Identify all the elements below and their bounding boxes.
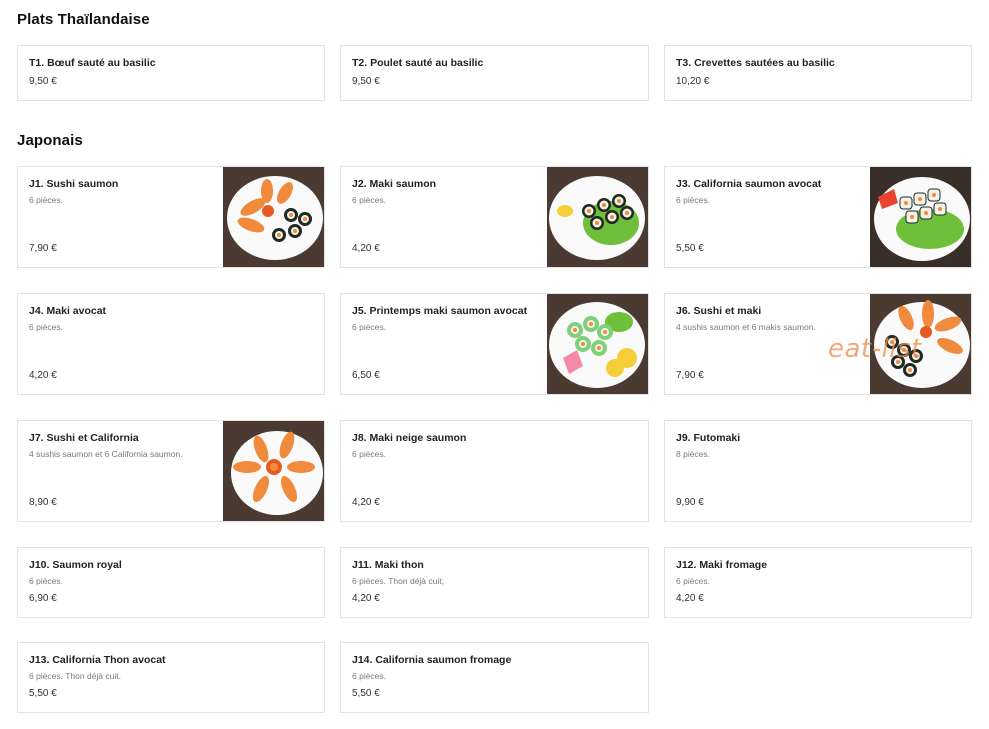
item-price: 4,20 € [352,497,380,508]
item-price: 9,50 € [29,76,57,87]
item-description: 6 pièces. [676,195,711,205]
item-price: 4,20 € [352,593,380,604]
item-price: 4,20 € [352,243,380,254]
sushi-salmon-image [223,167,324,267]
item-description: 6 pièces. [29,322,64,332]
item-description: 8 pièces. [676,449,711,459]
sushi-california-image [223,421,324,521]
item-name: T2. Poulet sauté au basilic [352,57,484,69]
item-price: 5,50 € [29,688,57,699]
item-price: 7,90 € [676,370,704,381]
item-description: 6 pièces. [352,322,387,332]
item-name: T3. Crevettes sautées au basilic [676,57,835,69]
item-name: J8. Maki neige saumon [352,432,467,444]
menu-item-j13[interactable]: J13. California Thon avocat 6 pièces. Th… [17,642,325,713]
item-name: J6. Sushi et maki [676,305,762,317]
menu-item-j3[interactable]: J3. California saumon avocat 6 pièces. 5… [664,166,972,268]
item-name: J12. Maki fromage [676,559,768,571]
item-name: J1. Sushi saumon [29,178,119,190]
item-price: 8,90 € [29,497,57,508]
item-name: J10. Saumon royal [29,559,122,571]
item-description: 6 pièces. Thon déjà cuit; [352,576,444,586]
item-price: 6,50 € [352,370,380,381]
item-name: J7. Sushi et California [29,432,139,444]
maki-salmon-image [547,167,648,267]
item-description: 6 pièces. [676,576,711,586]
item-price: 4,20 € [676,593,704,604]
item-name: T1. Bœuf sauté au basilic [29,57,156,69]
item-name: J11. Maki thon [352,559,424,571]
menu-item-j5[interactable]: J5. Printemps maki saumon avocat 6 pièce… [340,293,649,395]
item-price: 4,20 € [29,370,57,381]
menu-item-j1[interactable]: J1. Sushi saumon 6 pièces. 7,90 € [17,166,325,268]
item-price: 9,50 € [352,76,380,87]
item-name: J13. California Thon avocat [29,654,166,666]
item-description: 6 pièces. [352,671,387,681]
item-name: J3. California saumon avocat [676,178,822,190]
item-price: 10,20 € [676,76,710,87]
section-title-thai: Plats Thaïlandaise [17,11,150,28]
item-description: 6 pièces. [352,449,387,459]
menu-item-t3[interactable]: T3. Crevettes sautées au basilic 10,20 € [664,45,972,101]
menu-item-j14[interactable]: J14. California saumon fromage 6 pièces.… [340,642,649,713]
watermark: eat-list [828,334,922,364]
menu-item-t1[interactable]: T1. Bœuf sauté au basilic 9,50 € [17,45,325,101]
item-name: J5. Printemps maki saumon avocat [352,305,528,317]
menu-item-t2[interactable]: T2. Poulet sauté au basilic 9,50 € [340,45,649,101]
item-description: 4 sushis saumon et 6 California saumon. [29,449,183,459]
section-title-japanese: Japonais [17,132,83,149]
california-roll-image [870,167,971,267]
menu-item-j2[interactable]: J2. Maki saumon 6 pièces. 4,20 € [340,166,649,268]
item-price: 5,50 € [352,688,380,699]
menu-item-j6[interactable]: J6. Sushi et maki 4 sushis saumon et 6 m… [664,293,972,395]
menu-item-j12[interactable]: J12. Maki fromage 6 pièces. 4,20 € [664,547,972,618]
menu-item-j9[interactable]: J9. Futomaki 8 pièces. 9,90 € [664,420,972,522]
item-price: 6,90 € [29,593,57,604]
item-description: 6 pièces. Thon déjà cuit. [29,671,121,681]
menu-item-j7[interactable]: J7. Sushi et California 4 sushis saumon … [17,420,325,522]
item-description: 6 pièces. [29,195,64,205]
spring-maki-image [547,294,648,394]
item-name: J9. Futomaki [676,432,741,444]
item-price: 9,90 € [676,497,704,508]
item-description: 6 pièces. [29,576,64,586]
item-price: 7,90 € [29,243,57,254]
item-name: J2. Maki saumon [352,178,437,190]
menu-item-j8[interactable]: J8. Maki neige saumon 6 pièces. 4,20 € [340,420,649,522]
menu-item-j4[interactable]: J4. Maki avocat 6 pièces. 4,20 € [17,293,325,395]
menu-item-j11[interactable]: J11. Maki thon 6 pièces. Thon déjà cuit;… [340,547,649,618]
item-name: J14. California saumon fromage [352,654,512,666]
item-name: J4. Maki avocat [29,305,107,317]
item-price: 5,50 € [676,243,704,254]
menu-item-j10[interactable]: J10. Saumon royal 6 pièces. 6,90 € [17,547,325,618]
item-description: 4 sushis saumon et 6 makis saumon. [676,322,816,332]
item-description: 6 pièces. [352,195,387,205]
